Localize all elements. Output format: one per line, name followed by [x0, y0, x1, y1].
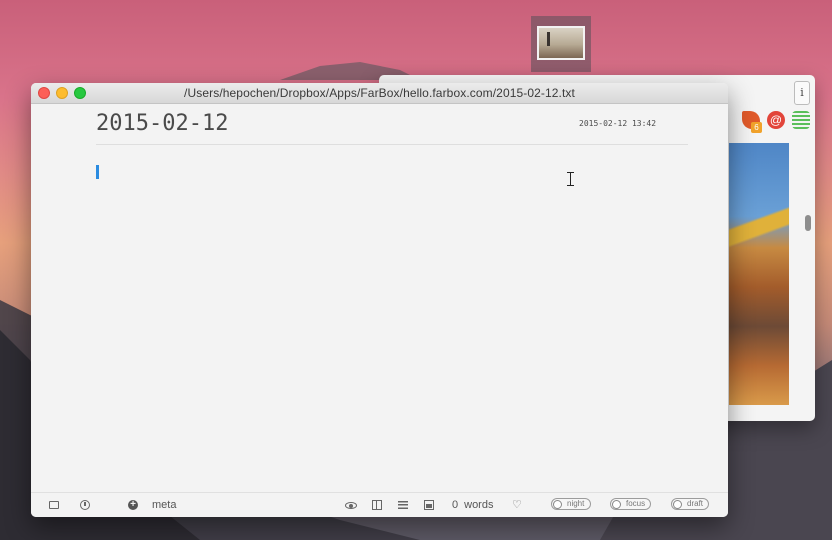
editor-window[interactable]: /Users/hepochen/Dropbox/Apps/FarBox/hell…: [31, 83, 728, 517]
plus-circle-icon[interactable]: [126, 498, 140, 512]
list-icon[interactable]: [396, 498, 410, 512]
night-toggle-label: night: [567, 499, 585, 508]
meta-button[interactable]: meta: [152, 498, 176, 512]
draft-toggle[interactable]: draft: [671, 498, 709, 510]
document-timestamp: 2015-02-12 13:42: [579, 119, 657, 128]
word-count-unit: words: [464, 499, 494, 511]
text-caret[interactable]: [96, 165, 99, 179]
toggle-knob: [553, 499, 562, 509]
toggle-knob: [673, 499, 682, 509]
eye-icon[interactable]: [344, 498, 358, 512]
heart-icon[interactable]: ♡: [512, 498, 522, 512]
word-count: 0 words: [452, 498, 493, 512]
document-heading: 2015-02-12: [96, 111, 229, 136]
at-sign-extension-icon[interactable]: @: [767, 111, 785, 129]
scrollbar-thumb[interactable]: [805, 215, 811, 231]
webpage-photo: [729, 143, 789, 405]
html5-extension-icon[interactable]: 6: [742, 111, 762, 133]
window-title: /Users/hepochen/Dropbox/Apps/FarBox/hell…: [184, 86, 575, 100]
night-mode-toggle[interactable]: night: [551, 498, 591, 510]
folder-icon[interactable]: [47, 498, 61, 512]
info-button[interactable]: i: [794, 81, 810, 105]
browser-extension-icons: 6 @: [724, 111, 814, 133]
word-count-value: 0: [452, 499, 459, 511]
focus-mode-toggle[interactable]: focus: [610, 498, 651, 510]
bottom-toolbar: meta 0 words ♡ night focus draft: [31, 492, 728, 517]
focus-toggle-label: focus: [626, 499, 646, 508]
desktop-file-thumbnail[interactable]: [531, 16, 591, 72]
toggle-knob: [612, 499, 621, 509]
title-bar[interactable]: /Users/hepochen/Dropbox/Apps/FarBox/hell…: [31, 83, 728, 104]
clock-icon[interactable]: [78, 498, 92, 512]
thumbnail-image: [537, 26, 585, 60]
extension-badge: 6: [751, 122, 762, 133]
image-icon[interactable]: [422, 498, 436, 512]
split-view-icon[interactable]: [370, 498, 384, 512]
ibeam-cursor-icon: [566, 172, 575, 186]
green-extension-icon[interactable]: [792, 111, 810, 129]
heading-divider: [96, 144, 688, 145]
draft-toggle-label: draft: [687, 499, 704, 508]
